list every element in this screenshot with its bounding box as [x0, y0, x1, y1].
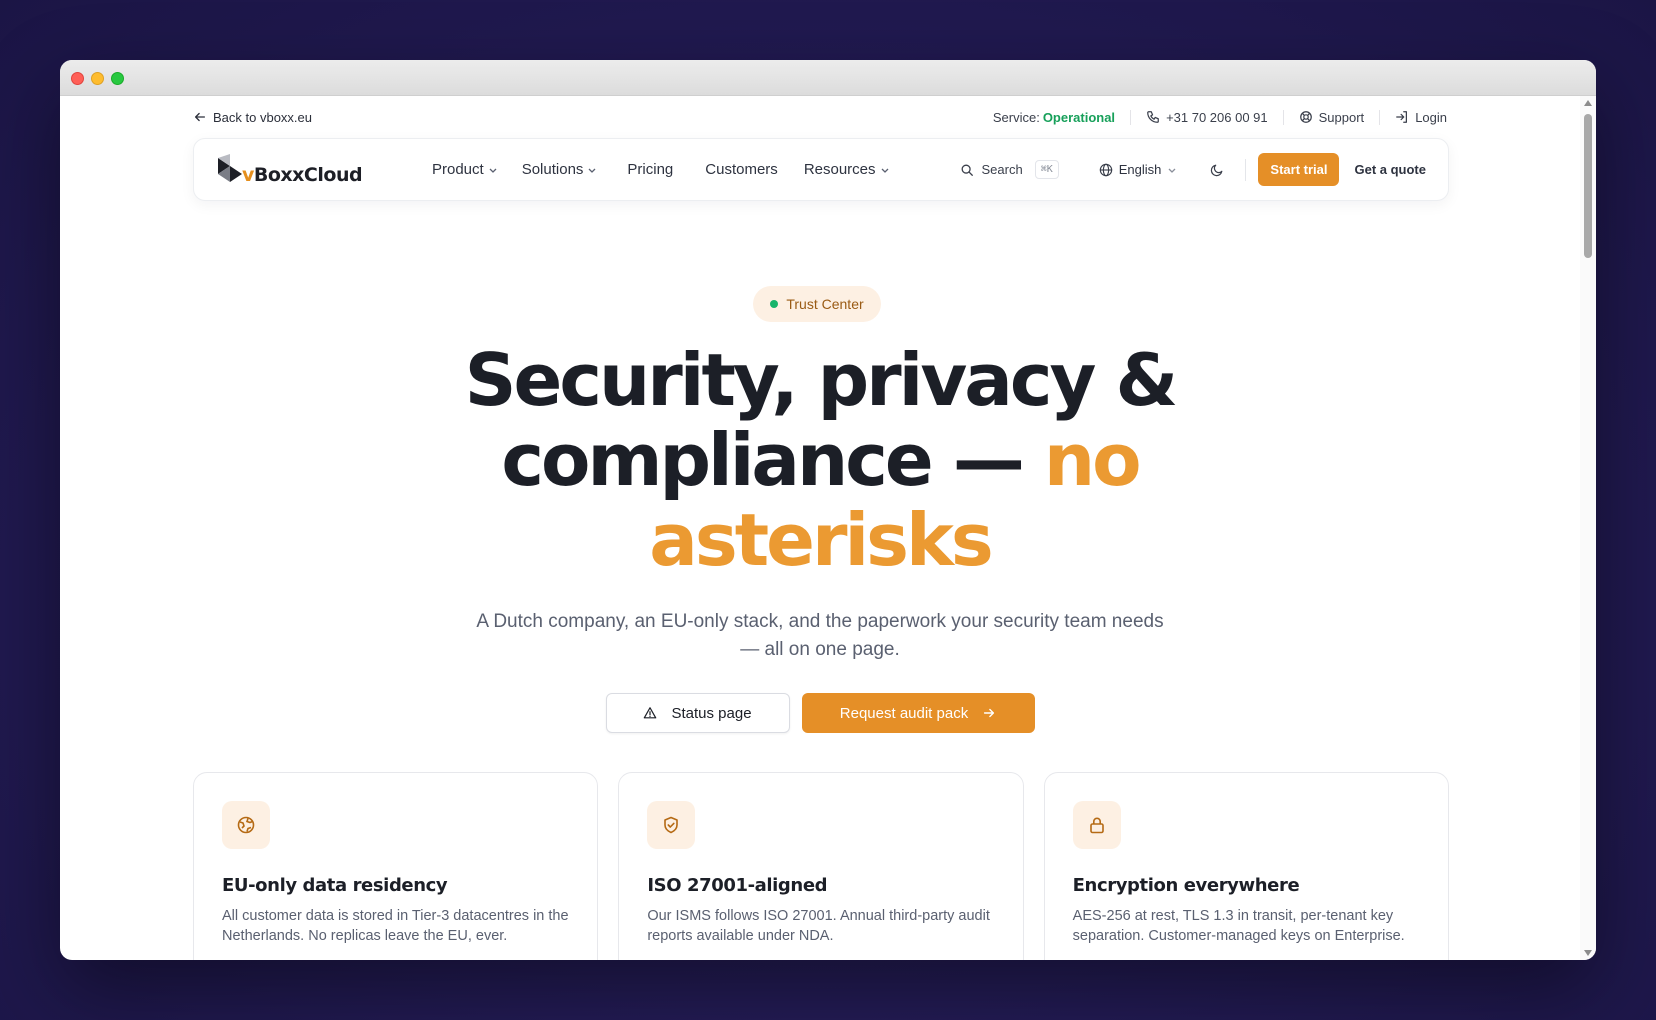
nav-divider — [1245, 158, 1247, 181]
scroll-up-arrow-icon[interactable] — [1584, 100, 1592, 106]
status-page-label: Status page — [671, 704, 752, 722]
status-page-button[interactable]: Status page — [605, 693, 790, 733]
chevron-down-icon — [588, 168, 596, 173]
card-title: Encryption everywhere — [1072, 875, 1300, 896]
globe-icon — [237, 816, 255, 834]
nav-customers-label: Customers — [705, 161, 778, 178]
nav-customers[interactable]: Customers — [685, 161, 790, 178]
search-icon — [961, 164, 973, 176]
start-trial-button[interactable]: Start trial — [1258, 153, 1340, 186]
search-label: Search — [981, 162, 1023, 177]
nav-links: Product Solutions Pricing Customers Reso… — [420, 161, 902, 178]
hero-subtitle: A Dutch company, an EU-only stack, and t… — [476, 611, 1164, 660]
hero-title-accent2: asterisks — [649, 498, 993, 582]
arrow-left-icon — [194, 112, 206, 122]
warning-triangle-icon — [644, 707, 657, 719]
utility-bar: Back to vboxx.eu Service: Operational +3… — [193, 107, 1447, 127]
card-text: AES-256 at rest, TLS 1.3 in transit, per… — [1072, 908, 1405, 944]
service-label: Service: — [992, 109, 1040, 125]
card-icon-container — [222, 801, 270, 849]
theme-toggle[interactable] — [1207, 160, 1227, 180]
card-title: ISO 27001-aligned — [647, 875, 828, 896]
service-status[interactable]: Service: Operational — [978, 110, 1130, 125]
feature-card-data-residency: EU-only data residency All customer data… — [193, 772, 599, 960]
status-dot-icon — [770, 300, 779, 308]
login-icon — [1396, 111, 1408, 123]
search-button[interactable]: Search ⌘K — [948, 160, 1071, 179]
main-navigation: vBoxxCloud Product Solutions Pricing Cus… — [193, 138, 1449, 201]
nav-actions: Search ⌘K English Start trial Get a quot… — [948, 153, 1426, 186]
hero-title: Security, privacy & compliance — no aste… — [320, 340, 1320, 580]
badge-label: Trust Center — [786, 296, 864, 312]
nav-product[interactable]: Product — [420, 161, 510, 178]
feature-card-iso: ISO 27001-aligned Our ISMS follows ISO 2… — [618, 772, 1024, 960]
language-selector[interactable]: English — [1085, 162, 1192, 177]
get-quote-link[interactable]: Get a quote — [1354, 162, 1426, 177]
back-link-label: Back to vboxx.eu — [213, 109, 312, 125]
scroll-thumb[interactable] — [1584, 114, 1592, 258]
audit-pack-label: Request audit pack — [839, 704, 969, 722]
request-audit-pack-button[interactable]: Request audit pack — [801, 693, 1035, 733]
phone-icon — [1147, 111, 1159, 123]
vertical-scrollbar[interactable] — [1580, 96, 1596, 960]
hero-actions: Status page Request audit pack — [60, 693, 1580, 733]
lifebuoy-icon — [1299, 111, 1312, 123]
vboxxcloud-logo[interactable]: vBoxxCloud — [216, 153, 386, 186]
card-title: EU-only data residency — [222, 875, 448, 896]
arrow-right-icon — [984, 708, 995, 718]
hero-title-line1: Security, privacy & — [464, 338, 1179, 422]
card-icon-container — [647, 801, 696, 849]
lock-icon — [1089, 817, 1104, 834]
nav-product-label: Product — [432, 161, 484, 178]
card-text: Our ISMS follows ISO 27001. Annual third… — [647, 908, 990, 944]
nav-pricing[interactable]: Pricing — [609, 161, 685, 178]
support-link[interactable]: Support — [1282, 109, 1380, 125]
globe-icon — [1099, 163, 1113, 176]
nav-resources[interactable]: Resources — [790, 161, 902, 178]
phone-number: +31 70 206 00 91 — [1166, 109, 1268, 125]
window-titlebar — [60, 60, 1596, 96]
phone-link[interactable]: +31 70 206 00 91 — [1130, 109, 1283, 125]
nav-solutions[interactable]: Solutions — [510, 161, 610, 178]
moon-icon — [1211, 164, 1223, 176]
browser-window: Back to vboxx.eu Service: Operational +3… — [60, 60, 1596, 960]
search-shortcut: ⌘K — [1034, 160, 1059, 179]
logo-text: vBoxxCloud — [242, 163, 363, 186]
nav-resources-label: Resources — [803, 161, 876, 178]
feature-cards: EU-only data residency All customer data… — [193, 772, 1449, 960]
close-window-button[interactable] — [71, 72, 84, 85]
service-status-value: Operational — [1042, 109, 1116, 125]
nav-solutions-label: Solutions — [521, 161, 584, 178]
back-link[interactable]: Back to vboxx.eu — [193, 110, 312, 125]
hero-title-line2: compliance — — [501, 418, 1044, 502]
minimize-window-button[interactable] — [91, 72, 104, 85]
card-icon-container — [1072, 801, 1121, 849]
card-text: All customer data is stored in Tier-3 da… — [222, 908, 569, 944]
logo-mark-icon — [218, 153, 242, 182]
chevron-down-icon — [1168, 168, 1176, 173]
page-viewport: Back to vboxx.eu Service: Operational +3… — [60, 96, 1596, 960]
chevron-down-icon — [489, 168, 497, 173]
logo-name: BoxxCloud — [253, 163, 363, 186]
trust-center-badge: Trust Center — [753, 286, 881, 322]
login-label: Login — [1415, 109, 1447, 125]
shield-check-icon — [664, 816, 679, 834]
maximize-window-button[interactable] — [111, 72, 124, 85]
nav-pricing-label: Pricing — [627, 161, 674, 178]
utility-links: Service: Operational +31 70 206 00 91 Su… — [978, 109, 1447, 125]
support-label: Support — [1318, 109, 1365, 125]
hero-title-accent1: no — [1043, 418, 1142, 502]
login-link[interactable]: Login — [1379, 109, 1447, 125]
language-label: English — [1118, 162, 1162, 177]
feature-card-encryption: Encryption everywhere AES-256 at rest, T… — [1043, 772, 1449, 960]
scroll-down-arrow-icon[interactable] — [1584, 950, 1592, 956]
chevron-down-icon — [881, 168, 888, 173]
